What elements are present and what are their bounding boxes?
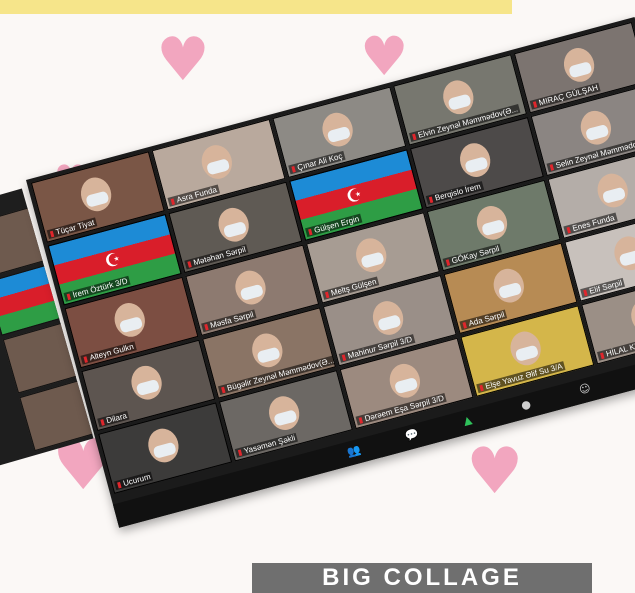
participant-name: ▮Dilara [97, 410, 130, 428]
participant-name: ▮HİLAL KÜÇÜKLER ÇERECİ [596, 323, 635, 361]
participant-grid: ▮Tüçar Tiyat ▮Asra Funda ▮Çınar Ali Koç ▮El… [30, 21, 635, 494]
flag-crescent-icon: ☪ [343, 183, 365, 209]
heart-icon: ♥ [156, 25, 210, 95]
participant-name-label: Elif Sərpil [588, 278, 624, 296]
chat-icon[interactable]: 💬 [404, 427, 421, 443]
bottom-banner: BIG COLLAGE [252, 563, 592, 593]
heart-icon: ♥ [466, 435, 524, 509]
flag-crescent-icon: ☪ [102, 248, 124, 273]
participant-name-label: Yasəmən Şəkli [242, 433, 297, 456]
participant-name: ▮Ucurum [114, 471, 154, 491]
participant-name-label: HİLAL KÜÇÜKLER ÇERECİ [605, 324, 635, 359]
record-icon[interactable]: ● [520, 397, 533, 412]
heart-icon: ♥ [360, 25, 409, 88]
participant-name-label: Dilara [105, 411, 128, 426]
video-call-screen: ▮Tüçar Tiyat ▮Asra Funda ▮Çınar Ali Koç ▮El… [26, 16, 635, 528]
top-banner [0, 0, 512, 14]
share-screen-icon[interactable]: ▲ [462, 413, 474, 428]
participants-icon[interactable]: 👥 [346, 443, 363, 459]
participant-avatar [627, 295, 635, 337]
reactions-icon[interactable]: ☺ [578, 381, 592, 397]
participant-name: ▮Yasəmən Şəkli [234, 432, 299, 458]
participant-name-label: Ucurum [122, 472, 152, 489]
